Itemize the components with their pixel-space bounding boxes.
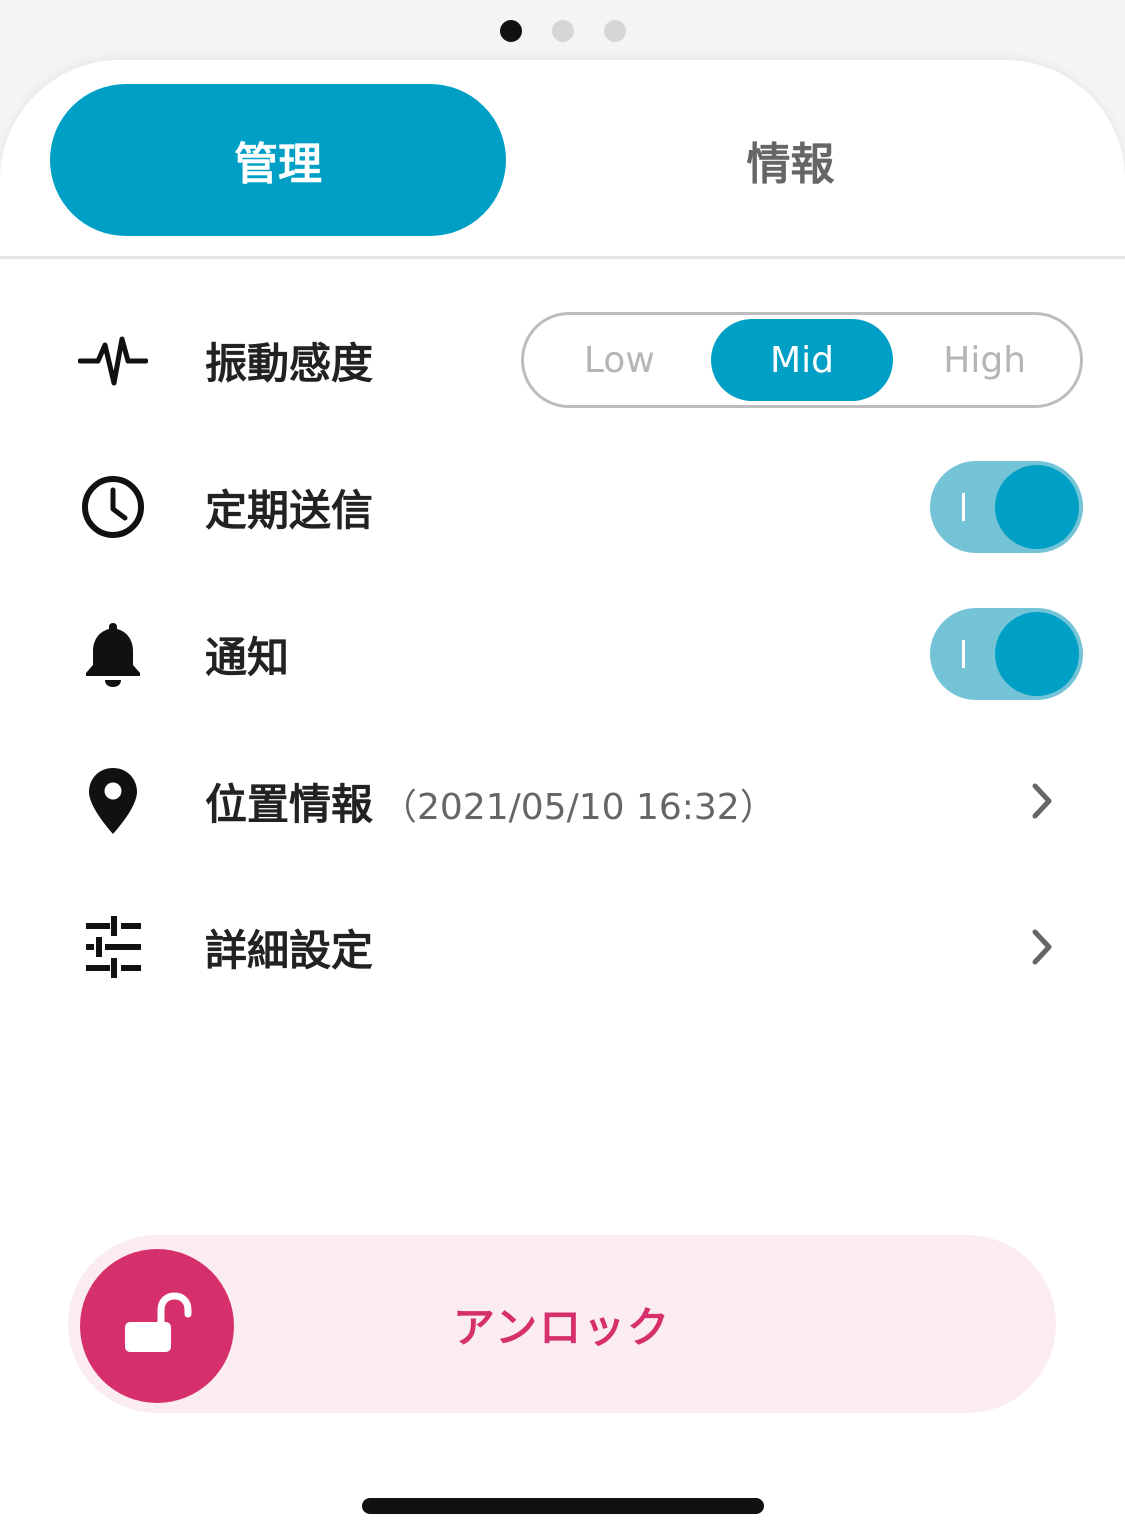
- chevron-right-icon: [1020, 922, 1064, 972]
- location-row[interactable]: 位置情報 （2021/05/10 16:32）: [0, 746, 1125, 856]
- unlock-slider-knob[interactable]: [80, 1249, 234, 1403]
- page-indicator: [0, 20, 1125, 44]
- unlock-slider-track[interactable]: アンロック: [68, 1235, 1056, 1413]
- sliders-icon: [78, 912, 148, 982]
- notification-row: 通知: [0, 599, 1125, 709]
- tab-bar: 管理 情報: [50, 84, 1075, 236]
- vibration-option-high[interactable]: High: [893, 319, 1076, 401]
- advanced-settings-label: 詳細設定: [205, 925, 374, 975]
- toggle-knob: [995, 465, 1079, 549]
- tab-info[interactable]: 情報: [506, 84, 1075, 236]
- vibration-option-low[interactable]: Low: [528, 319, 711, 401]
- page-dot-2[interactable]: [551, 20, 574, 42]
- page-dot-3[interactable]: [603, 20, 626, 42]
- location-label: 位置情報 （2021/05/10 16:32）: [205, 771, 776, 832]
- settings-sheet: 管理 情報 振動感度 Low Mid High 定期送信 通知 位置情報 （20…: [0, 60, 1125, 1210]
- periodic-send-label: 定期送信: [205, 485, 374, 535]
- location-timestamp: （2021/05/10 16:32）: [381, 786, 776, 828]
- vibration-sensitivity-selector: Low Mid High: [521, 312, 1083, 408]
- tab-divider: [0, 256, 1125, 259]
- tab-management[interactable]: 管理: [50, 84, 506, 236]
- notification-toggle[interactable]: [930, 608, 1083, 700]
- location-title: 位置情報: [205, 779, 374, 829]
- home-indicator: [362, 1498, 764, 1514]
- pulse-icon: [78, 325, 148, 395]
- vibration-sensitivity-row: 振動感度 Low Mid High: [0, 305, 1125, 415]
- chevron-right-icon: [1020, 776, 1064, 826]
- periodic-send-toggle[interactable]: [930, 461, 1083, 553]
- advanced-settings-row[interactable]: 詳細設定: [0, 892, 1125, 1002]
- unlock-icon: [125, 1292, 192, 1352]
- vibration-option-mid[interactable]: Mid: [710, 319, 894, 401]
- notification-label: 通知: [205, 632, 290, 682]
- toggle-on-mark: [962, 640, 965, 668]
- bell-icon: [78, 619, 148, 689]
- periodic-send-row: 定期送信: [0, 452, 1125, 562]
- clock-icon: [78, 472, 148, 542]
- toggle-on-mark: [962, 493, 965, 521]
- vibration-sensitivity-label: 振動感度: [205, 338, 374, 388]
- bottom-action-area: アンロック: [0, 1210, 1125, 1538]
- toggle-knob: [995, 612, 1079, 696]
- location-pin-icon: [78, 766, 148, 836]
- page-dot-1[interactable]: [499, 20, 522, 42]
